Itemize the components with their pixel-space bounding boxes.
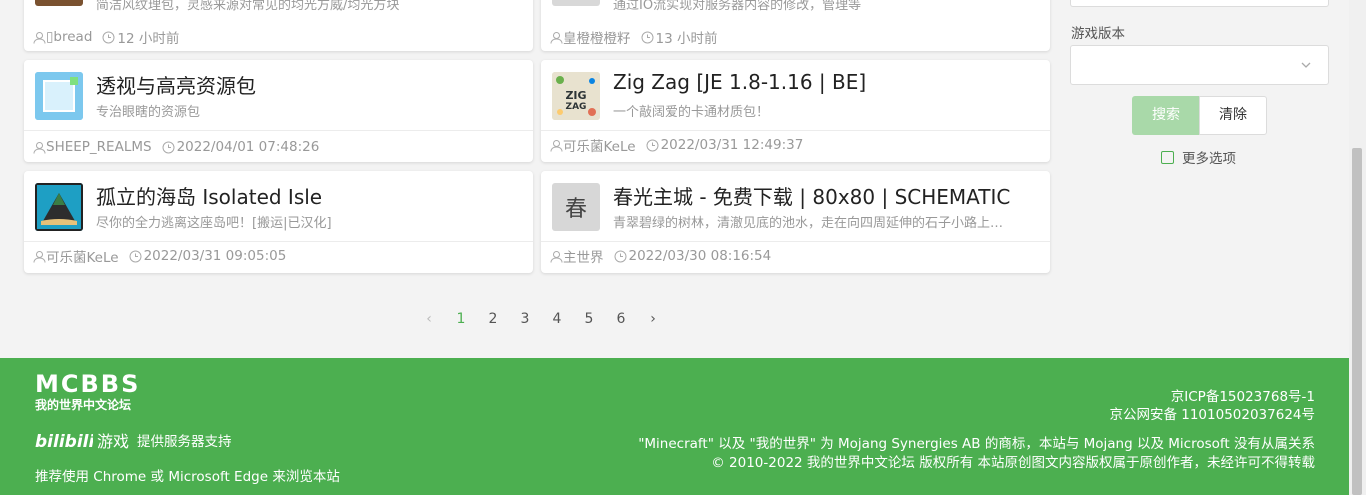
resource-thumbnail <box>552 0 600 6</box>
bilibili-sponsor[interactable]: bilibili 游戏 提供服务器支持 <box>35 428 232 452</box>
search-button[interactable]: 搜索 <box>1132 96 1200 135</box>
clock-icon <box>614 250 626 262</box>
page-link[interactable]: 5 <box>573 311 605 327</box>
resource-author[interactable]: 可乐菌KeLe <box>46 246 119 266</box>
page-link[interactable]: 2 <box>477 311 509 327</box>
resource-description: 通过IO流实现对服务器内容的修改，管理等 <box>613 0 862 13</box>
page-scrollbar[interactable] <box>1349 0 1366 495</box>
resource-description: 一个敲阔爱的卡通材质包！ <box>613 105 770 120</box>
resource-author[interactable]: SHEEP_REALMS <box>46 139 152 155</box>
svg-text:MCBBS: MCBBS <box>35 370 140 396</box>
game-version-select[interactable] <box>1070 45 1329 85</box>
more-options-label: 更多选项 <box>1182 151 1236 167</box>
clock-icon <box>162 141 175 153</box>
resource-time: 2022/04/01 07:48:26 <box>176 139 320 155</box>
chevron-down-icon <box>1301 62 1311 68</box>
resource-description: 青翠碧绿的树林，清澈见底的池水，走在向四周延伸的石子小路上… <box>613 216 1004 231</box>
resource-time: 2022/03/31 09:05:05 <box>143 248 287 264</box>
resource-author[interactable]: ▯bread <box>46 29 92 45</box>
resource-thumbnail <box>35 72 83 120</box>
svg-text:ZIG: ZIG <box>565 89 586 102</box>
resource-thumbnail <box>35 0 83 6</box>
pagination: ‹ 1 2 3 4 5 6 › <box>413 311 669 327</box>
resource-meta: 主世界 2022/03/30 08:16:54 <box>550 246 771 266</box>
clear-button[interactable]: 清除 <box>1199 96 1267 135</box>
user-icon <box>33 31 46 44</box>
police-record-link[interactable]: 京公网安备 11010502037624号 <box>1109 403 1315 423</box>
resource-meta: ▯bread 12 小时前 <box>33 27 179 47</box>
page-link[interactable]: 6 <box>605 311 637 327</box>
next-page-button[interactable]: › <box>637 311 669 327</box>
resource-time: 12 小时前 <box>117 31 180 47</box>
clock-icon <box>102 31 115 43</box>
resource-title[interactable]: 春光主城 - 免费下载 | 80x80 | SCHEMATIC <box>613 181 1010 210</box>
user-icon <box>550 250 563 263</box>
page-link[interactable]: 1 <box>445 311 477 327</box>
resource-card[interactable]: 春 春光主城 - 免费下载 | 80x80 | SCHEMATIC 青翠碧绿的树… <box>541 171 1050 273</box>
trademark-notice: "Minecraft" 以及 "我的世界" 为 Mojang Synergies… <box>638 436 1315 452</box>
resource-card[interactable]: 通过IO流实现对服务器内容的修改，管理等 皇橙橙橙籽 13 小时前 <box>541 0 1050 51</box>
resource-card[interactable]: ZIG ZAG Zig Zag [JE 1.8-1.16 | BE] 一个敲阔爱的… <box>541 60 1050 162</box>
resource-title[interactable]: 透视与高亮资源包 <box>96 70 256 99</box>
icp-license-link[interactable]: 京ICP备15023768号-1 <box>1171 385 1315 405</box>
resource-time: 2022/03/30 08:16:54 <box>628 248 772 264</box>
resource-description: 尽你的全力逃离这座岛吧！[搬运|已汉化] <box>96 216 332 231</box>
resource-description: 专治眼瞎的资源包 <box>96 105 201 120</box>
scrollbar-thumb[interactable] <box>1352 148 1362 495</box>
resource-card[interactable]: 透视与高亮资源包 专治眼瞎的资源包 SHEEP_REALMS 2022/04/0… <box>24 60 533 162</box>
user-icon <box>33 141 46 154</box>
resource-meta: SHEEP_REALMS 2022/04/01 07:48:26 <box>33 139 319 155</box>
user-icon <box>550 139 563 152</box>
resource-author[interactable]: 主世界 <box>563 246 604 266</box>
user-icon <box>550 31 563 44</box>
clock-icon <box>646 139 659 151</box>
resource-title[interactable]: Zig Zag [JE 1.8-1.16 | BE] <box>613 70 866 94</box>
resource-author[interactable]: 皇橙橙橙籽 <box>563 27 631 47</box>
resource-time: 13 小时前 <box>655 31 718 47</box>
resource-description: 简洁风纹理包，灵感来源对常见的均光方威/均光方块 <box>96 0 400 13</box>
resource-author[interactable]: 可乐菌KeLe <box>563 135 636 155</box>
resource-time: 2022/03/31 12:49:37 <box>660 137 804 153</box>
page-link[interactable]: 4 <box>541 311 573 327</box>
resource-title[interactable]: 孤立的海岛 Isolated Isle <box>96 181 322 210</box>
mcbbs-logo-icon: MCBBS <box>35 370 140 398</box>
resource-thumbnail <box>35 183 83 231</box>
resource-avatar-placeholder: 春 <box>552 183 600 231</box>
page-link[interactable]: 3 <box>509 311 541 327</box>
resource-thumbnail: ZIG ZAG <box>552 72 600 120</box>
resource-meta: 可乐菌KeLe 2022/03/31 09:05:05 <box>33 246 286 266</box>
sidebar-input-top[interactable] <box>1070 0 1329 7</box>
browser-recommendation: 推荐使用 Chrome 或 Microsoft Edge 来浏览本站 <box>35 469 340 485</box>
resource-card[interactable]: 孤立的海岛 Isolated Isle 尽你的全力逃离这座岛吧！[搬运|已汉化]… <box>24 171 533 273</box>
user-icon <box>33 250 46 263</box>
server-support-text: 提供服务器支持 <box>137 434 232 450</box>
clock-icon <box>641 31 653 43</box>
svg-text:ZAG: ZAG <box>566 102 587 112</box>
more-options-checkbox[interactable] <box>1161 150 1174 164</box>
bilibili-logo-icon: bilibili <box>35 432 93 451</box>
resource-meta: 可乐菌KeLe 2022/03/31 12:49:37 <box>550 135 803 155</box>
footer-slogan: 我的世界中文论坛 <box>35 398 132 412</box>
game-version-label: 游戏版本 <box>1071 26 1125 42</box>
avatar-char: 春 <box>564 197 587 222</box>
bilibili-game-label: 游戏 <box>97 432 130 451</box>
svg-text:bilibili: bilibili <box>35 432 93 451</box>
prev-page-button[interactable]: ‹ <box>413 311 445 327</box>
resource-card[interactable]: 简洁风纹理包，灵感来源对常见的均光方威/均光方块 ▯bread 12 小时前 <box>24 0 533 51</box>
copyright-notice: © 2010-2022 我的世界中文论坛 版权所有 本站原创图文内容版权属于原创… <box>711 455 1315 471</box>
clock-icon <box>129 250 142 262</box>
resource-meta: 皇橙橙橙籽 13 小时前 <box>550 27 717 47</box>
site-footer: MCBBS 我的世界中文论坛 bilibili 游戏 提供服务器支持 推荐使用 … <box>0 358 1349 495</box>
more-options-toggle[interactable]: 更多选项 <box>1161 147 1236 167</box>
